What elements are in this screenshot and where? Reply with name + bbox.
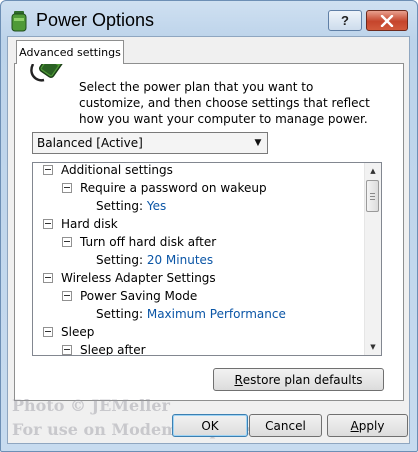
setting-label: Setting: bbox=[96, 307, 144, 321]
tree-node-label: Turn off hard disk after bbox=[80, 235, 217, 249]
tree-node-additional-settings[interactable]: Additional settings bbox=[43, 163, 173, 179]
tree-node-label: Power Saving Mode bbox=[80, 289, 198, 303]
tree-setting-turn-off-hard-disk[interactable]: Setting: 20 Minutes bbox=[96, 251, 213, 269]
power-options-icon bbox=[11, 11, 27, 32]
collapse-icon[interactable] bbox=[62, 344, 72, 355]
grip-line bbox=[370, 199, 375, 200]
setting-label: Setting: bbox=[96, 199, 144, 213]
tab-advanced-settings[interactable]: Advanced settings bbox=[16, 40, 124, 64]
help-button[interactable]: ? bbox=[328, 10, 362, 31]
tree-node-wireless-adapter[interactable]: Wireless Adapter Settings bbox=[43, 269, 216, 287]
settings-tree[interactable]: Additional settings Require a password o… bbox=[32, 162, 382, 356]
setting-value[interactable]: 20 Minutes bbox=[147, 253, 213, 267]
apply-access-key: A bbox=[350, 418, 359, 433]
tree-node-hard-disk[interactable]: Hard disk bbox=[43, 215, 118, 233]
setting-value[interactable]: Maximum Performance bbox=[147, 307, 286, 321]
tree-node-label: Wireless Adapter Settings bbox=[61, 271, 216, 285]
tree-setting-power-saving-mode[interactable]: Setting: Maximum Performance bbox=[96, 305, 286, 323]
collapse-icon[interactable] bbox=[62, 236, 72, 247]
collapse-icon[interactable] bbox=[62, 290, 72, 301]
restore-access-key: R bbox=[234, 372, 243, 387]
scrollbar-thumb[interactable] bbox=[366, 180, 379, 212]
intro-text: Select the power plan that you want to c… bbox=[79, 80, 370, 126]
tree-node-label: Additional settings bbox=[61, 163, 173, 177]
scroll-down-icon[interactable]: ▼ bbox=[365, 339, 381, 355]
apply-button[interactable]: Apply bbox=[327, 414, 408, 437]
restore-label: estore plan defaults bbox=[242, 372, 363, 387]
apply-label: pply bbox=[358, 418, 385, 433]
grip-line bbox=[370, 196, 375, 197]
window-title: Power Options bbox=[36, 10, 155, 30]
tree-node-turn-off-hard-disk[interactable]: Turn off hard disk after bbox=[62, 233, 216, 251]
power-plan-value: Balanced [Active] bbox=[37, 136, 143, 150]
tree-node-sleep-after[interactable]: Sleep after bbox=[62, 341, 146, 356]
setting-label: Setting: bbox=[96, 253, 144, 267]
chevron-down-icon[interactable]: ▼ bbox=[249, 133, 267, 153]
collapse-icon[interactable] bbox=[62, 182, 72, 193]
tree-node-label: Require a password on wakeup bbox=[80, 181, 267, 195]
tree-setting-require-password[interactable]: Setting: Yes bbox=[96, 197, 166, 215]
cancel-button[interactable]: Cancel bbox=[249, 414, 322, 437]
collapse-icon[interactable] bbox=[43, 272, 53, 283]
power-plan-select[interactable]: Balanced [Active] ▼ bbox=[32, 132, 268, 154]
tree-node-sleep[interactable]: Sleep bbox=[43, 323, 94, 341]
ok-button[interactable]: OK bbox=[172, 414, 248, 437]
tree-node-label: Hard disk bbox=[61, 217, 118, 231]
grip-line bbox=[370, 193, 375, 194]
tree-node-label: Sleep after bbox=[80, 343, 146, 356]
restore-plan-defaults-button[interactable]: Restore plan defaults bbox=[213, 368, 384, 391]
setting-value[interactable]: Yes bbox=[147, 199, 166, 213]
tree-node-label: Sleep bbox=[61, 325, 95, 339]
tree-node-power-saving-mode[interactable]: Power Saving Mode bbox=[62, 287, 197, 305]
close-button[interactable] bbox=[366, 10, 408, 31]
close-icon bbox=[380, 14, 394, 27]
tree-node-require-password[interactable]: Require a password on wakeup bbox=[62, 179, 267, 197]
tree-scrollbar[interactable]: ▲ ▼ bbox=[364, 163, 381, 355]
title-bar[interactable]: Power Options ? bbox=[0, 0, 418, 40]
collapse-icon[interactable] bbox=[43, 164, 53, 175]
collapse-icon[interactable] bbox=[43, 218, 53, 229]
scroll-up-icon[interactable]: ▲ bbox=[365, 163, 381, 179]
collapse-icon[interactable] bbox=[43, 326, 53, 337]
